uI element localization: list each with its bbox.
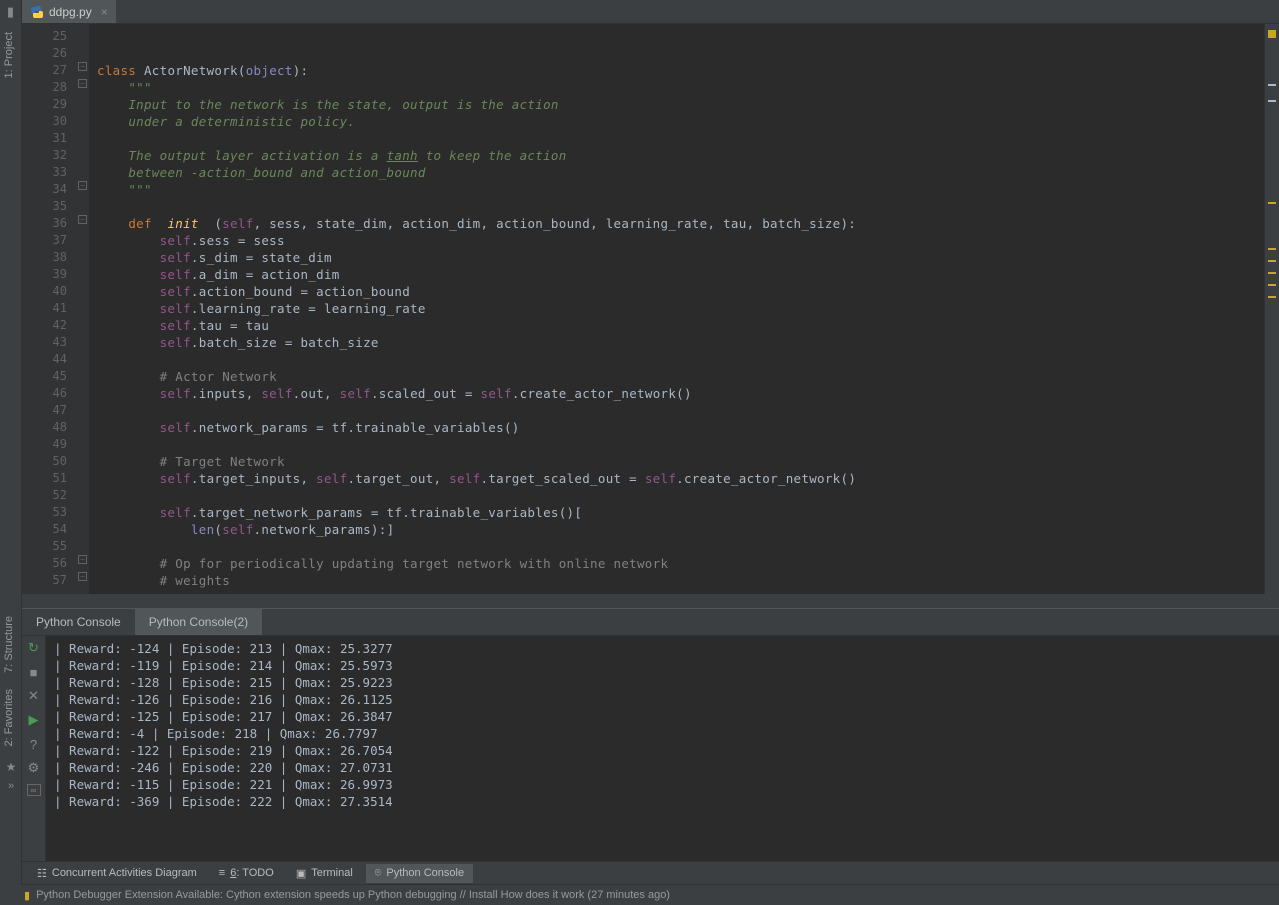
console-toolbar: ↻ ■ ✕ ▶ ? ⚙ ∞ — [22, 636, 46, 861]
console-output[interactable]: | Reward: -124 | Episode: 213 | Qmax: 25… — [46, 636, 1279, 861]
rerun-icon[interactable]: ↻ — [26, 640, 42, 656]
terminal-icon: ▣ — [296, 867, 306, 880]
terminal-btn[interactable]: ▣ Terminal — [287, 864, 362, 883]
list-icon: ≡ — [219, 867, 225, 879]
warning-mark[interactable] — [1268, 248, 1276, 250]
fold-toggle-icon[interactable]: − — [78, 555, 87, 564]
rail-project[interactable]: 1: Project — [0, 24, 18, 86]
stop-icon[interactable]: ■ — [26, 664, 42, 680]
rail-favorites[interactable]: 2: Favorites — [0, 681, 18, 754]
editor-marker-strip — [1264, 24, 1279, 594]
warning-indicator-icon[interactable] — [1268, 30, 1276, 38]
warning-mark[interactable] — [1268, 284, 1276, 286]
console-panel: Python Console Python Console(2) ↻ ■ ✕ ▶… — [22, 608, 1279, 861]
more-icon[interactable]: » — [0, 780, 22, 792]
tab-filename: ddpg.py — [49, 5, 92, 19]
editor-tab-bar: ddpg.py × — [22, 0, 1279, 24]
help-icon[interactable]: ? — [26, 736, 42, 752]
fold-toggle-icon[interactable]: − — [78, 572, 87, 581]
todo-btn[interactable]: ≡ 6: TODO — [210, 864, 283, 882]
fold-toggle-icon[interactable]: − — [78, 79, 87, 88]
status-text[interactable]: Python Debugger Extension Available: Cyt… — [36, 889, 670, 901]
line-gutter: 2526272829303132333435363738394041424344… — [22, 24, 77, 594]
editor: 2526272829303132333435363738394041424344… — [22, 24, 1264, 594]
warning-mark[interactable] — [1268, 296, 1276, 298]
close-icon[interactable]: ✕ — [26, 688, 42, 704]
warning-mark[interactable] — [1268, 260, 1276, 262]
left-tool-rail-lower: 7: Structure 2: Favorites ★ » — [0, 608, 22, 861]
execute-icon[interactable]: ▶ — [26, 712, 42, 728]
console-tab-1[interactable]: Python Console — [22, 609, 135, 635]
fold-gutter: − − − − − − — [77, 24, 89, 594]
bottom-tool-bar: ☷ Concurrent Activities Diagram ≡ 6: TOD… — [22, 861, 1279, 885]
warning-mark[interactable] — [1268, 272, 1276, 274]
tab-ddpg[interactable]: ddpg.py × — [22, 0, 116, 23]
console-tab-2[interactable]: Python Console(2) — [135, 609, 262, 635]
fold-toggle-icon[interactable]: − — [78, 62, 87, 71]
code-area[interactable]: class ActorNetwork(object): """ Input to… — [89, 24, 1264, 594]
bookmark-icon: ★ — [0, 760, 22, 774]
folder-icon: ▮ — [0, 0, 21, 24]
diagram-icon: ☷ — [37, 867, 47, 880]
scroll-mark[interactable] — [1268, 84, 1276, 86]
python-console-btn[interactable]: ⌾ Python Console — [366, 864, 473, 883]
fold-toggle-icon[interactable]: − — [78, 181, 87, 190]
bulb-icon: ▮ — [24, 889, 30, 902]
settings-icon[interactable]: ⚙ — [26, 760, 42, 776]
close-icon[interactable]: × — [101, 5, 108, 19]
vars-icon[interactable]: ∞ — [27, 784, 41, 796]
rail-structure[interactable]: 7: Structure — [0, 608, 18, 681]
fold-toggle-icon[interactable]: − — [78, 215, 87, 224]
python-icon: ⌾ — [375, 867, 382, 880]
scroll-mark[interactable] — [1268, 100, 1276, 102]
warning-mark[interactable] — [1268, 202, 1276, 204]
status-bar: ▮ Python Debugger Extension Available: C… — [0, 885, 1279, 905]
console-tab-bar: Python Console Python Console(2) — [22, 608, 1279, 636]
python-file-icon — [30, 5, 44, 19]
concurrent-activities-btn[interactable]: ☷ Concurrent Activities Diagram — [28, 864, 206, 883]
